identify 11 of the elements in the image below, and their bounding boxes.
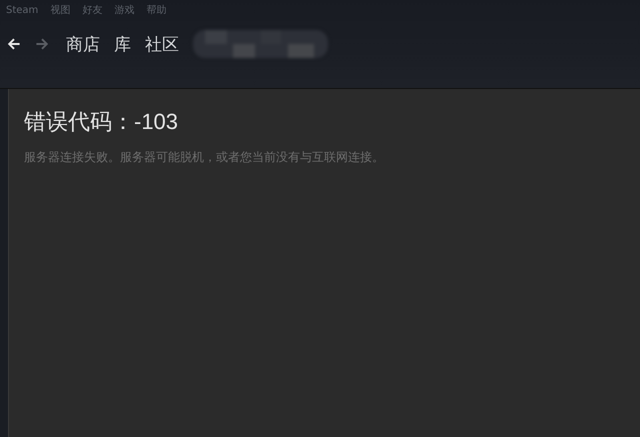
back-arrow-icon[interactable]: [6, 36, 22, 52]
menu-item[interactable]: 帮助: [146, 4, 166, 22]
error-message: 服务器连接失败。服务器可能脱机，或者您当前没有与互联网连接。: [24, 149, 385, 166]
nav-tab[interactable]: 库: [114, 32, 131, 56]
menu-item[interactable]: 视图: [50, 4, 70, 22]
nav-tab[interactable]: 社区: [145, 32, 179, 56]
menu-item[interactable]: 好友: [82, 4, 102, 22]
menu-item[interactable]: 游戏: [114, 4, 134, 22]
menu-item[interactable]: Steam: [6, 4, 38, 22]
error-title: 错误代码：-103: [24, 108, 180, 136]
nav-tab[interactable]: 商店: [66, 32, 100, 56]
